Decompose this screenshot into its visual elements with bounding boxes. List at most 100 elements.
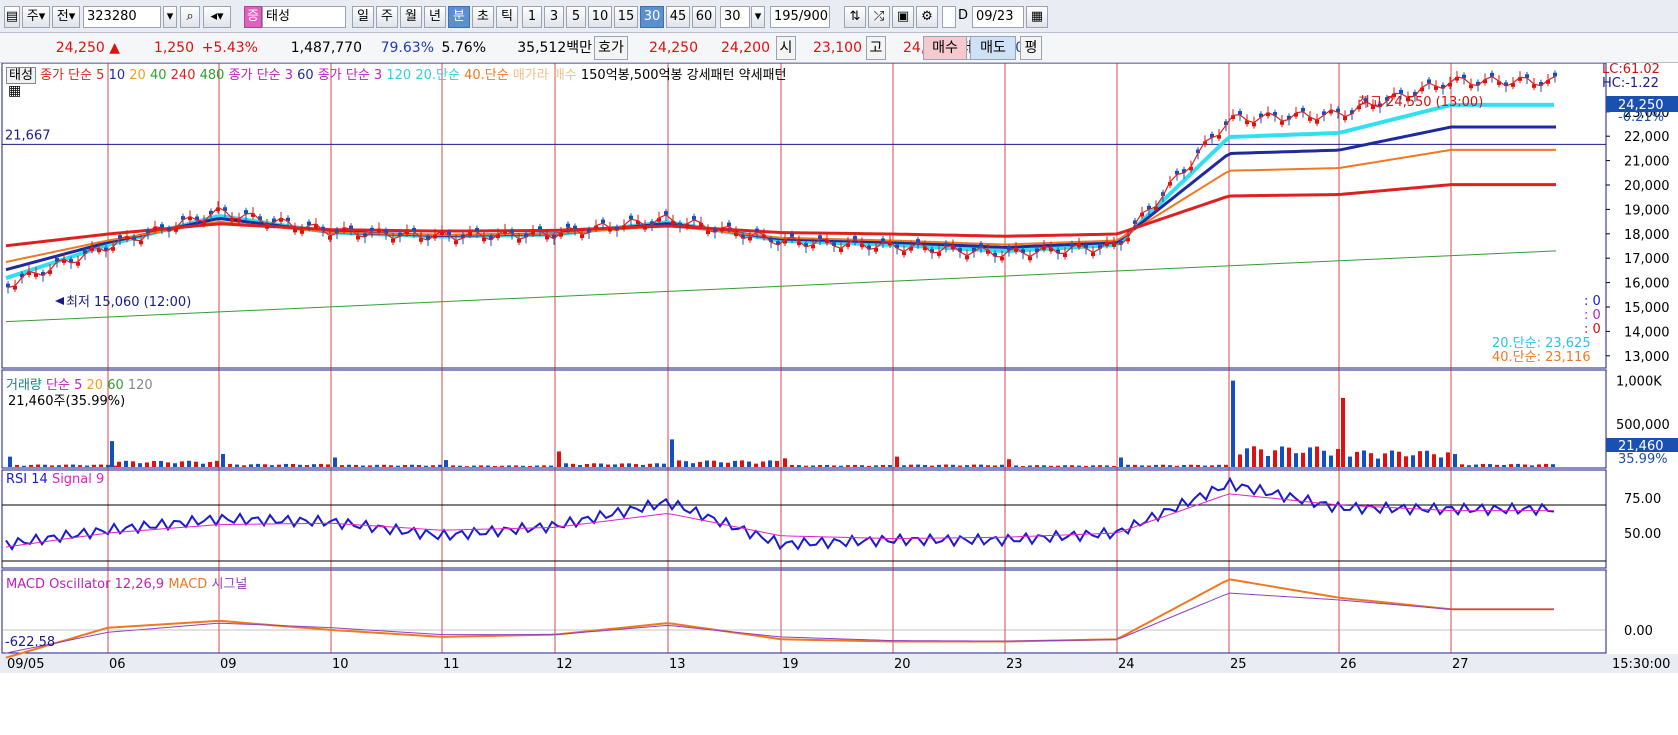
interval-value[interactable]: 30	[720, 6, 750, 28]
x-tick-label: 10	[332, 657, 349, 672]
speaker-icon[interactable]: ◂▾	[203, 6, 231, 28]
period-year[interactable]: 년	[424, 6, 446, 28]
volume-bar	[215, 460, 219, 467]
volume-bar	[719, 462, 723, 467]
volume-bar	[1112, 465, 1116, 467]
volume-bar	[585, 463, 589, 467]
table-icon[interactable]: ▦	[8, 83, 21, 99]
zero-label: : 0	[1584, 308, 1601, 323]
compare-icon[interactable]: ⤮	[868, 6, 890, 28]
volume-bar	[592, 463, 596, 467]
interval-45[interactable]: 45	[666, 6, 690, 28]
date-input[interactable]: 09/23	[972, 6, 1024, 28]
period-minute[interactable]: 분	[448, 6, 470, 28]
interval-60[interactable]: 60	[692, 6, 716, 28]
stock-code-input[interactable]: 323280	[83, 6, 161, 28]
price-tick-label: 14,000	[1624, 325, 1670, 340]
date-checkbox[interactable]	[942, 6, 956, 28]
period-month[interactable]: 월	[400, 6, 422, 28]
volume-bar	[1259, 449, 1263, 467]
interval-1[interactable]: 1	[522, 6, 542, 28]
volume-sub: 21,460주(35.99%)	[8, 394, 126, 409]
calendar-icon[interactable]: ▦	[1026, 6, 1048, 28]
period-day[interactable]: 일	[352, 6, 374, 28]
volume-bar	[698, 461, 702, 467]
period-second[interactable]: 초	[472, 6, 494, 28]
interval-15[interactable]: 15	[614, 6, 638, 28]
volume-bar	[1105, 465, 1109, 467]
candle-icon[interactable]: ⇅	[844, 6, 866, 28]
volume-bar	[1336, 449, 1340, 467]
quote-change: 1,250	[153, 40, 194, 56]
volume-bar	[521, 465, 525, 467]
volume-bar	[606, 464, 610, 467]
volume-bar	[1355, 451, 1359, 467]
volume-bar	[424, 465, 428, 467]
volume-bar	[754, 463, 758, 467]
volume-bar	[881, 464, 885, 467]
volume-bar	[825, 464, 829, 467]
save-icon[interactable]: ▣	[892, 6, 914, 28]
volume-bar	[1537, 464, 1541, 467]
volume-bar	[1098, 465, 1102, 467]
buy-button[interactable]: 매수	[923, 36, 967, 60]
legend-candle-type: 150억봉,500억봉	[580, 68, 683, 83]
volume-bar	[895, 456, 899, 467]
chart-area: 09/05 06 09 10 11 12 13 19 20 23 24 25 26 27 15:30:00 1…	[0, 62, 1678, 731]
volume-bar	[1390, 450, 1394, 467]
gear-icon[interactable]: ⚙	[916, 6, 938, 28]
layout-icon[interactable]: ▤	[4, 6, 20, 28]
period-tick[interactable]: 틱	[496, 6, 518, 28]
volume-bar	[542, 465, 546, 467]
code-dropdown-icon[interactable]: ▾	[163, 6, 177, 28]
interval-3[interactable]: 3	[544, 6, 564, 28]
interval-5[interactable]: 5	[566, 6, 586, 28]
x-tick-label: 12	[556, 657, 573, 672]
legend-close-ma-5: 종가 단순 5 10 20 40 240 480	[40, 68, 224, 83]
search-icon[interactable]: ⌕	[180, 6, 200, 28]
ma40-value-label: 40.단순: 23,116	[1492, 350, 1591, 365]
quote-bid: 24,200	[721, 40, 770, 56]
volume-bar	[29, 464, 33, 467]
price-tick-label: 16,000	[1624, 277, 1670, 292]
volume-bar	[208, 461, 212, 467]
volume-bar	[549, 465, 553, 467]
mode-b-label: 전	[56, 9, 69, 24]
volume-bar	[43, 464, 47, 467]
volume-bar	[312, 464, 316, 467]
volume-bar	[1418, 451, 1422, 467]
volume-bar	[1294, 453, 1298, 467]
volume-bar	[1287, 447, 1291, 467]
volume-bar	[1397, 451, 1401, 467]
interval-30[interactable]: 30	[640, 6, 664, 28]
volume-bar	[1432, 454, 1436, 467]
period-week[interactable]: 주	[376, 6, 398, 28]
volume-bar	[8, 456, 12, 467]
volume-bar	[979, 464, 983, 467]
avg-button[interactable]: 평	[1020, 36, 1042, 60]
volume-bar	[479, 465, 483, 467]
volume-bar	[740, 460, 744, 467]
interval-dropdown-icon[interactable]: ▾	[751, 6, 765, 28]
stock-name-field[interactable]: 태성	[262, 6, 346, 28]
rsi-tick-label: 75.00	[1624, 492, 1661, 507]
price-tick-label: 17,000	[1624, 252, 1670, 267]
stock-tag: 증	[244, 6, 262, 28]
volume-bar	[1439, 457, 1443, 467]
volume-bar	[1154, 464, 1158, 467]
legend-stock-name[interactable]: 태성	[6, 67, 36, 84]
interval-10[interactable]: 10	[588, 6, 612, 28]
volume-bar	[916, 464, 920, 467]
volume-bar	[958, 465, 962, 467]
bar-count: 195	[774, 9, 799, 24]
legend-ma240: 240	[170, 68, 196, 83]
mode-b-select[interactable]: 전▾	[52, 6, 80, 28]
volume-bar	[270, 465, 274, 467]
bar-count-input[interactable]: 195/900	[770, 6, 830, 28]
volume-bar	[57, 465, 61, 467]
legend-buy-signal: 매가라 매수	[512, 68, 577, 83]
mode-a-select[interactable]: 주▾	[22, 6, 50, 28]
sell-button[interactable]: 매도	[970, 36, 1016, 60]
volume-bar	[486, 465, 490, 467]
volume-bar	[1049, 465, 1053, 467]
